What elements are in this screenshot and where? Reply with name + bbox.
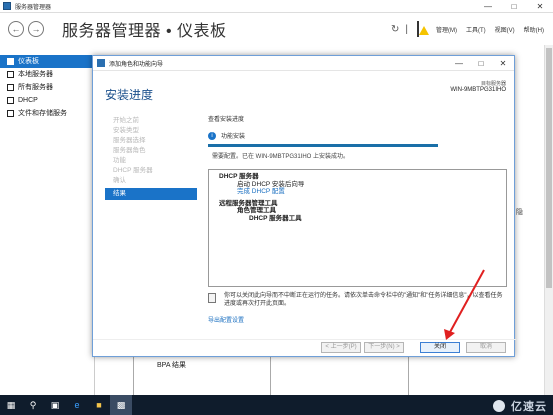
step-server-roles: 服务器角色 [113, 147, 146, 154]
main-toolbar: ← → 服务器管理器 • 仪表板 ↻ | 管理(M) 工具(T) 视图(V) 帮… [0, 13, 553, 45]
sidebar-item-label: 仪表板 [18, 58, 39, 65]
window-title: 服务器管理器 [15, 4, 52, 11]
install-progress-bar [208, 144, 438, 147]
watermark-logo-icon [493, 400, 505, 412]
cancel-button[interactable]: 取消 [466, 342, 506, 353]
progress-fill [208, 144, 438, 147]
complete-dhcp-config-link[interactable]: 完成 DHCP 配置 [215, 188, 500, 196]
close-button[interactable]: 关闭 [420, 342, 460, 353]
search-icon[interactable]: ⚲ [22, 395, 44, 415]
dialog-titlebar: 添加角色和功能向导 — □ ✕ [93, 56, 514, 71]
target-server-label: 目标服务器 [480, 81, 506, 87]
page-title: 安装进度 [105, 88, 154, 102]
bpa-results-label[interactable]: BPA 结果 [157, 360, 186, 370]
result-line: DHCP 服务器 [219, 173, 259, 180]
next-button[interactable]: 下一步(N) > [364, 342, 404, 353]
dialog-close-button[interactable]: ✕ [492, 59, 514, 68]
export-config-link[interactable]: 导出配置设置 [208, 315, 244, 324]
note-text: 你可以关闭此向导而不中断正在运行的任务。请依次单击命令栏中的"通知"和"任务详细… [223, 293, 503, 307]
wizard-steps: 开始之前 安装类型 服务器选择 服务器角色 功能 DHCP 服务器 确认 结果 [105, 116, 197, 200]
previous-button[interactable]: < 上一步(P) [321, 342, 361, 353]
result-line: DHCP 服务器工具 [249, 214, 302, 222]
sidebar-item-label: 本地服务器 [18, 71, 53, 78]
sidebar-item-label: 文件和存储服务 [18, 110, 67, 117]
sidebar-item-file-storage[interactable]: 文件和存储服务 [0, 107, 94, 120]
vertical-scrollbar[interactable] [544, 45, 553, 395]
minimize-button[interactable]: — [475, 0, 501, 13]
step-before-you-begin: 开始之前 [113, 117, 139, 124]
step-confirmation: 确认 [113, 177, 126, 184]
target-server-name: WIN-9MBTPG31IHO [450, 87, 506, 93]
menu-view[interactable]: 视图(V) [495, 25, 515, 34]
close-note: 你可以关闭此向导而不中断正在运行的任务。请依次单击命令栏中的"通知"和"任务详细… [208, 292, 508, 308]
start-icon[interactable]: ▦ [0, 395, 22, 415]
install-status-text: 功能安装 [221, 134, 246, 140]
hide-link[interactable]: 隐 [516, 207, 523, 217]
sidebar-item-label: DHCP [18, 97, 38, 104]
step-results[interactable]: 结果 [105, 188, 197, 200]
taskbar: ▦ ⚲ ▣ e ■ ▩ 亿速云 [0, 395, 553, 415]
dialog-button-row: < 上一步(P) 下一步(N) > 关闭 取消 [93, 339, 516, 356]
server-manager-icon[interactable]: ▩ [110, 395, 132, 415]
task-view-icon[interactable]: ▣ [44, 395, 66, 415]
view-progress-label: 查看安装进度 [208, 117, 245, 123]
success-message: 需要配置。已在 WIN-9MBTPG31IHO 上安装成功。 [212, 154, 350, 160]
watermark: 亿速云 [493, 398, 547, 414]
step-server-selection: 服务器选择 [113, 137, 146, 144]
menu-tools[interactable]: 工具(T) [466, 25, 486, 34]
step-features: 功能 [113, 157, 126, 164]
dialog-maximize-button[interactable]: □ [470, 59, 492, 68]
refresh-icon[interactable]: ↻ [391, 24, 399, 35]
add-roles-wizard-dialog: 添加角色和功能向导 — □ ✕ 安装进度 目标服务器 WIN-9MBTPG31I… [92, 55, 516, 357]
install-status-row: i 功能安装 [208, 131, 508, 140]
server-manager-app-icon [3, 2, 11, 10]
menu-help[interactable]: 帮助(H) [524, 25, 544, 34]
close-window-button[interactable]: ✕ [527, 0, 553, 13]
file-explorer-icon[interactable]: ■ [88, 395, 110, 415]
watermark-text: 亿速云 [511, 401, 547, 413]
sidebar: 仪表板 本地服务器 所有服务器 DHCP 文件和存储服务 [0, 55, 95, 395]
divider-icon: | [405, 23, 408, 35]
maximize-button[interactable]: □ [501, 0, 527, 13]
installation-results-box: DHCP 服务器 启动 DHCP 安装后向导 完成 DHCP 配置远程服务器管理工具… [208, 169, 507, 287]
result-line: 启动 DHCP 安装后向导 [237, 180, 305, 188]
note-icon [208, 293, 216, 303]
notification-flag-icon[interactable] [414, 21, 429, 37]
wizard-icon [97, 59, 105, 67]
forward-button[interactable]: → [28, 21, 44, 37]
edge-icon[interactable]: e [66, 395, 88, 415]
result-line: 远程服务器管理工具 [219, 199, 278, 207]
info-icon: i [208, 131, 216, 140]
storage-icon [7, 110, 14, 117]
menu-manage[interactable]: 管理(M) [436, 25, 457, 34]
back-button[interactable]: ← [8, 21, 24, 37]
content-pane: 查看安装进度 i 功能安装 需要配置。已在 WIN-9MBTPG31IHO 上安… [208, 114, 508, 160]
dialog-minimize-button[interactable]: — [448, 59, 470, 68]
breadcrumb: 服务器管理器 • 仪表板 [62, 23, 227, 40]
server-icon [7, 71, 14, 78]
sidebar-item-all-servers[interactable]: 所有服务器 [0, 81, 94, 94]
step-installation-type: 安装类型 [113, 127, 139, 134]
step-dhcp-server: DHCP 服务器 [113, 167, 153, 174]
sidebar-item-label: 所有服务器 [18, 84, 53, 91]
dhcp-icon [7, 97, 14, 104]
main-titlebar: 服务器管理器 — □ ✕ [0, 0, 553, 13]
sidebar-item-dashboard[interactable]: 仪表板 [0, 55, 94, 68]
sidebar-item-local-server[interactable]: 本地服务器 [0, 68, 94, 81]
sidebar-item-dhcp[interactable]: DHCP [0, 94, 94, 107]
dialog-header: 安装进度 目标服务器 WIN-9MBTPG31IHO [93, 71, 514, 116]
result-line: 角色管理工具 [237, 207, 276, 214]
dialog-title: 添加角色和功能向导 [109, 61, 164, 68]
scrollbar-thumb[interactable] [546, 48, 552, 288]
dashboard-icon [7, 58, 14, 65]
servers-icon [7, 84, 14, 91]
